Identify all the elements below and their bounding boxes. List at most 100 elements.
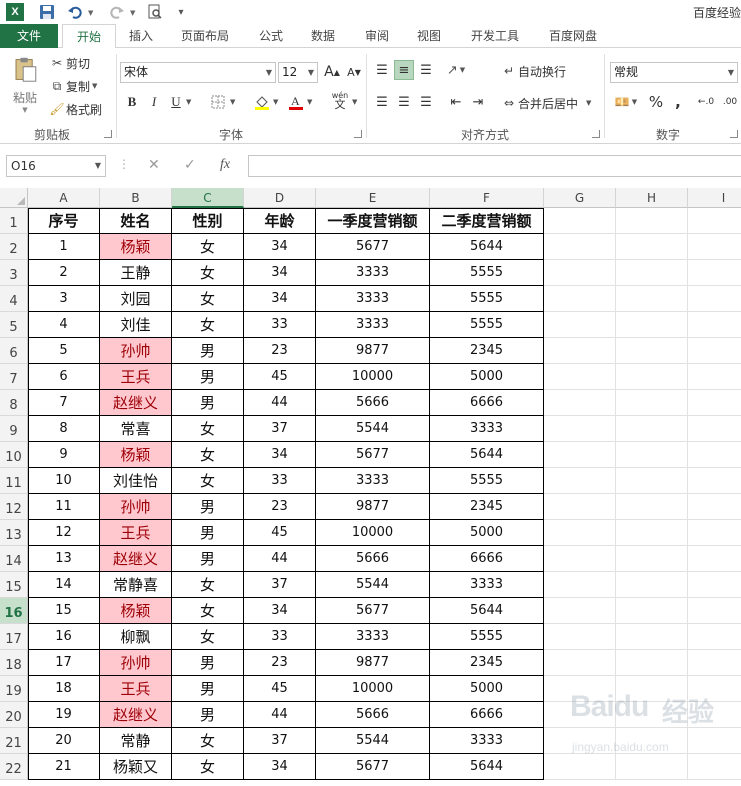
empty-cell[interactable]	[616, 208, 688, 234]
empty-cell[interactable]	[544, 598, 616, 624]
table-cell[interactable]: 6666	[430, 390, 544, 416]
column-header-h[interactable]: H	[616, 188, 688, 208]
empty-cell[interactable]	[544, 208, 616, 234]
table-cell[interactable]: 10000	[316, 364, 430, 390]
align-bottom-button[interactable]: ☰	[416, 60, 436, 80]
italic-button[interactable]: I	[144, 92, 164, 112]
name-cell[interactable]: 杨颖	[100, 598, 172, 624]
table-header-cell[interactable]: 一季度营销额	[316, 208, 430, 234]
table-cell[interactable]: 男	[172, 390, 244, 416]
customize-quick-access-icon[interactable]: ▾	[172, 3, 190, 21]
table-cell[interactable]: 15	[28, 598, 100, 624]
empty-cell[interactable]	[688, 650, 741, 676]
empty-cell[interactable]	[616, 702, 688, 728]
table-cell[interactable]: 8	[28, 416, 100, 442]
table-cell[interactable]: 37	[244, 728, 316, 754]
table-cell[interactable]: 女	[172, 598, 244, 624]
table-cell[interactable]: 44	[244, 390, 316, 416]
table-cell[interactable]: 5644	[430, 234, 544, 260]
table-cell[interactable]: 5555	[430, 312, 544, 338]
row-header-7[interactable]: 7	[0, 364, 28, 390]
row-header-18[interactable]: 18	[0, 650, 28, 676]
table-cell[interactable]: 33	[244, 468, 316, 494]
table-cell[interactable]: 5555	[430, 468, 544, 494]
empty-cell[interactable]	[544, 650, 616, 676]
empty-cell[interactable]	[544, 286, 616, 312]
table-cell[interactable]: 5666	[316, 390, 430, 416]
empty-cell[interactable]	[688, 338, 741, 364]
font-color-button[interactable]: A	[286, 92, 306, 112]
formula-input[interactable]	[248, 155, 741, 177]
row-header-15[interactable]: 15	[0, 572, 28, 598]
table-cell[interactable]: 5555	[430, 260, 544, 286]
empty-cell[interactable]	[688, 286, 741, 312]
empty-cell[interactable]	[544, 468, 616, 494]
name-cell[interactable]: 常静	[100, 728, 172, 754]
table-cell[interactable]: 女	[172, 624, 244, 650]
table-cell[interactable]: 女	[172, 754, 244, 780]
increase-decimal-button[interactable]: ←.0	[696, 92, 716, 112]
table-cell[interactable]: 2345	[430, 494, 544, 520]
table-cell[interactable]: 34	[244, 234, 316, 260]
empty-cell[interactable]	[688, 364, 741, 390]
empty-cell[interactable]	[544, 702, 616, 728]
table-cell[interactable]: 44	[244, 702, 316, 728]
table-cell[interactable]: 5677	[316, 754, 430, 780]
column-header-e[interactable]: E	[316, 188, 430, 208]
empty-cell[interactable]	[544, 728, 616, 754]
print-preview-icon[interactable]	[146, 3, 164, 21]
table-header-cell[interactable]: 年龄	[244, 208, 316, 234]
name-cell[interactable]: 常喜	[100, 416, 172, 442]
empty-cell[interactable]	[688, 494, 741, 520]
table-cell[interactable]: 33	[244, 312, 316, 338]
column-header-f[interactable]: F	[430, 188, 544, 208]
row-header-1[interactable]: 1	[0, 208, 28, 234]
empty-cell[interactable]	[688, 442, 741, 468]
empty-cell[interactable]	[544, 520, 616, 546]
column-header-d[interactable]: D	[244, 188, 316, 208]
phonetic-button[interactable]: wén 文	[330, 90, 350, 110]
tab-data[interactable]: 数据	[300, 24, 346, 48]
number-format-select[interactable]: 常规 ▼	[610, 62, 738, 83]
table-cell[interactable]: 女	[172, 728, 244, 754]
table-header-cell[interactable]: 二季度营销额	[430, 208, 544, 234]
empty-cell[interactable]	[616, 338, 688, 364]
table-cell[interactable]: 45	[244, 364, 316, 390]
table-cell[interactable]: 女	[172, 468, 244, 494]
name-cell[interactable]: 孙帅	[100, 650, 172, 676]
table-cell[interactable]: 3	[28, 286, 100, 312]
empty-cell[interactable]	[544, 572, 616, 598]
font-size-select[interactable]: 12 ▼	[278, 62, 318, 83]
table-cell[interactable]: 女	[172, 286, 244, 312]
row-header-14[interactable]: 14	[0, 546, 28, 572]
name-cell[interactable]: 柳飘	[100, 624, 172, 650]
column-header-c[interactable]: C	[172, 188, 244, 208]
clipboard-launcher-icon[interactable]	[104, 130, 112, 138]
table-cell[interactable]: 5555	[430, 624, 544, 650]
table-cell[interactable]: 5666	[316, 546, 430, 572]
row-header-17[interactable]: 17	[0, 624, 28, 650]
name-cell[interactable]: 孙帅	[100, 338, 172, 364]
table-cell[interactable]: 34	[244, 286, 316, 312]
row-header-20[interactable]: 20	[0, 702, 28, 728]
table-cell[interactable]: 2	[28, 260, 100, 286]
cancel-icon[interactable]: ✕	[148, 157, 160, 173]
table-cell[interactable]: 5555	[430, 286, 544, 312]
copy-button[interactable]: ⧉ 复制 ▼	[48, 77, 98, 95]
table-cell[interactable]: 5677	[316, 234, 430, 260]
empty-cell[interactable]	[544, 364, 616, 390]
empty-cell[interactable]	[616, 364, 688, 390]
table-cell[interactable]: 23	[244, 494, 316, 520]
table-cell[interactable]: 女	[172, 234, 244, 260]
empty-cell[interactable]	[544, 416, 616, 442]
wrap-text-button[interactable]: ↵ 自动换行	[500, 62, 566, 80]
align-center-button[interactable]: ☰	[394, 92, 414, 112]
table-cell[interactable]: 6666	[430, 546, 544, 572]
table-cell[interactable]: 9877	[316, 650, 430, 676]
row-header-19[interactable]: 19	[0, 676, 28, 702]
table-cell[interactable]: 10000	[316, 676, 430, 702]
font-launcher-icon[interactable]	[354, 130, 362, 138]
table-cell[interactable]: 3333	[316, 312, 430, 338]
table-cell[interactable]: 33	[244, 624, 316, 650]
table-cell[interactable]: 1	[28, 234, 100, 260]
